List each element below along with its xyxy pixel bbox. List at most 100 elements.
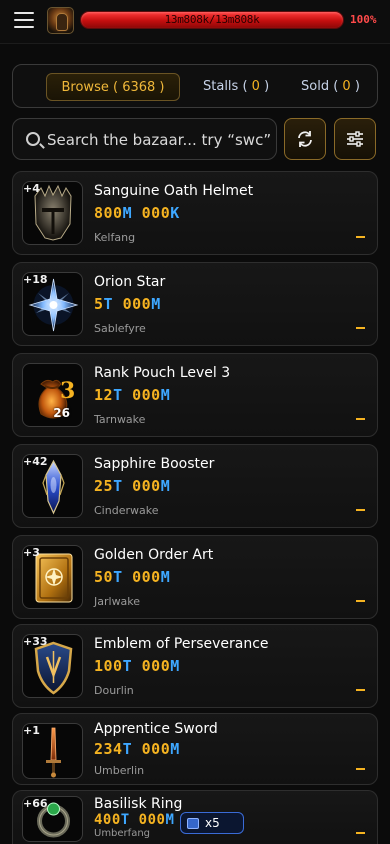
item-level: +1 bbox=[23, 724, 40, 737]
search-box bbox=[12, 118, 277, 160]
price-unit-sub: M bbox=[160, 477, 171, 495]
chip-icon bbox=[187, 817, 199, 829]
item-card-0[interactable]: +4 Sanguine Oath Helmet 800M 000K Kelfan… bbox=[12, 171, 378, 255]
collapse-icon[interactable] bbox=[356, 768, 365, 770]
tab-browse[interactable]: Browse ( 6368 ) bbox=[46, 73, 180, 101]
price-sub: 000 bbox=[129, 812, 166, 828]
price-main: 25 bbox=[94, 477, 114, 495]
item-price: 50T 000M bbox=[94, 568, 170, 586]
item-card-3[interactable]: +42 Sapphire Booster 25T 000M Cinderwake bbox=[12, 444, 378, 528]
price-sub: 000 bbox=[122, 386, 161, 404]
multiplier-text: x5 bbox=[205, 816, 220, 830]
seller-name: Umberfang bbox=[94, 828, 151, 839]
item-card-5[interactable]: +33 Emblem of Perseverance 100T 000M Dou… bbox=[12, 624, 378, 708]
item-level: +18 bbox=[23, 273, 48, 286]
avatar[interactable] bbox=[47, 7, 74, 34]
bazaar-tabs: Browse ( 6368 ) Stalls ( 0 ) Sold ( 0 ) bbox=[12, 64, 378, 108]
collapse-icon[interactable] bbox=[356, 327, 365, 329]
collapse-icon[interactable] bbox=[356, 600, 365, 602]
seller-name: Umberlin bbox=[94, 764, 145, 777]
multiplier-badge[interactable]: x5 bbox=[180, 812, 244, 834]
price-main: 400 bbox=[94, 812, 121, 828]
price-main: 5 bbox=[94, 295, 104, 313]
tab-sold-close: ) bbox=[354, 79, 360, 94]
item-name: Golden Order Art bbox=[94, 547, 214, 563]
tab-stalls[interactable]: Stalls ( 0 ) bbox=[203, 73, 269, 101]
price-sub: 000 bbox=[132, 204, 171, 222]
item-price: 25T 000M bbox=[94, 477, 170, 495]
price-unit-main: T bbox=[113, 477, 123, 495]
item-level: +3 bbox=[23, 546, 40, 559]
pouch-icon: 3 26 bbox=[22, 363, 83, 427]
item-name: Basilisk Ring bbox=[94, 796, 183, 812]
item-card-4[interactable]: +3 Golden Order Art 50T 000M Jarlwake bbox=[12, 535, 378, 619]
tab-stalls-close: ) bbox=[264, 79, 270, 94]
price-unit-main: T bbox=[113, 386, 123, 404]
price-sub: 000 bbox=[132, 657, 171, 675]
search-input[interactable] bbox=[47, 127, 272, 153]
collapse-icon[interactable] bbox=[356, 689, 365, 691]
price-unit-main: T bbox=[103, 295, 114, 313]
price-unit-sub: M bbox=[160, 386, 171, 404]
price-unit-main: T bbox=[122, 657, 133, 675]
item-price: 800M 000K bbox=[94, 204, 180, 222]
seller-name: Cinderwake bbox=[94, 504, 159, 517]
collapse-icon[interactable] bbox=[356, 236, 365, 238]
tab-sold[interactable]: Sold ( 0 ) bbox=[301, 73, 360, 101]
seller-name: Kelfang bbox=[94, 231, 136, 244]
item-price: 400T 000M bbox=[94, 812, 174, 828]
price-sub: 000 bbox=[122, 477, 161, 495]
item-card-1[interactable]: +18 Orion Star 5T 000M Sablefyre bbox=[12, 262, 378, 346]
seller-name: Sablefyre bbox=[94, 322, 146, 335]
hamburger-menu-icon[interactable] bbox=[14, 12, 34, 28]
item-name: Emblem of Perseverance bbox=[94, 636, 269, 652]
price-sub: 000 bbox=[122, 568, 161, 586]
price-unit-sub: M bbox=[151, 295, 161, 313]
search-icon bbox=[26, 132, 40, 146]
tab-browse-label: Browse ( bbox=[61, 80, 119, 95]
item-price: 12T 000M bbox=[94, 386, 170, 404]
item-name: Sapphire Booster bbox=[94, 456, 215, 472]
item-name: Orion Star bbox=[94, 274, 166, 290]
price-unit-main: T bbox=[120, 812, 130, 828]
refresh-button[interactable] bbox=[284, 118, 326, 160]
price-sub: 000 bbox=[132, 740, 171, 758]
tab-browse-count: 6368 bbox=[122, 80, 156, 95]
seller-name: Jarlwake bbox=[94, 595, 141, 608]
collapse-icon[interactable] bbox=[356, 509, 365, 511]
collapse-icon[interactable] bbox=[356, 418, 365, 420]
item-quantity: 26 bbox=[53, 406, 70, 420]
price-main: 100 bbox=[94, 657, 123, 675]
price-unit-sub: M bbox=[165, 812, 175, 828]
price-unit-main: T bbox=[113, 568, 123, 586]
refresh-icon bbox=[298, 131, 312, 147]
item-level: +66 bbox=[23, 797, 48, 810]
price-sub: 000 bbox=[113, 295, 152, 313]
item-level: +42 bbox=[23, 455, 48, 468]
price-main: 50 bbox=[94, 568, 114, 586]
collapse-icon[interactable] bbox=[356, 832, 365, 834]
item-level: +33 bbox=[23, 635, 48, 648]
tab-browse-close: ) bbox=[159, 80, 165, 95]
hp-text: 13m808k/13m808k bbox=[164, 13, 260, 26]
tab-sold-label: Sold ( bbox=[301, 79, 339, 94]
price-unit-sub: K bbox=[170, 204, 180, 222]
price-unit-sub: M bbox=[170, 740, 180, 758]
hp-percent: 100% bbox=[350, 13, 377, 26]
seller-name: Tarnwake bbox=[94, 413, 146, 426]
price-main: 234 bbox=[94, 740, 123, 758]
item-name: Apprentice Sword bbox=[94, 721, 218, 737]
price-unit-main: T bbox=[122, 740, 133, 758]
item-level: +4 bbox=[23, 182, 40, 195]
item-name: Rank Pouch Level 3 bbox=[94, 365, 231, 381]
pouch-rank-number: 3 bbox=[60, 378, 76, 404]
seller-name: Dourlin bbox=[94, 684, 134, 697]
item-card-6[interactable]: +1 Apprentice Sword 234T 000M Umberlin bbox=[12, 713, 378, 785]
item-name: Sanguine Oath Helmet bbox=[94, 183, 254, 199]
item-card-2[interactable]: 3 26 Rank Pouch Level 3 12T 000M Tarnwak… bbox=[12, 353, 378, 437]
tab-stalls-count: 0 bbox=[251, 79, 260, 94]
filter-button[interactable] bbox=[334, 118, 376, 160]
tab-sold-count: 0 bbox=[342, 79, 351, 94]
price-unit-sub: M bbox=[160, 568, 171, 586]
price-main: 800 bbox=[94, 204, 123, 222]
